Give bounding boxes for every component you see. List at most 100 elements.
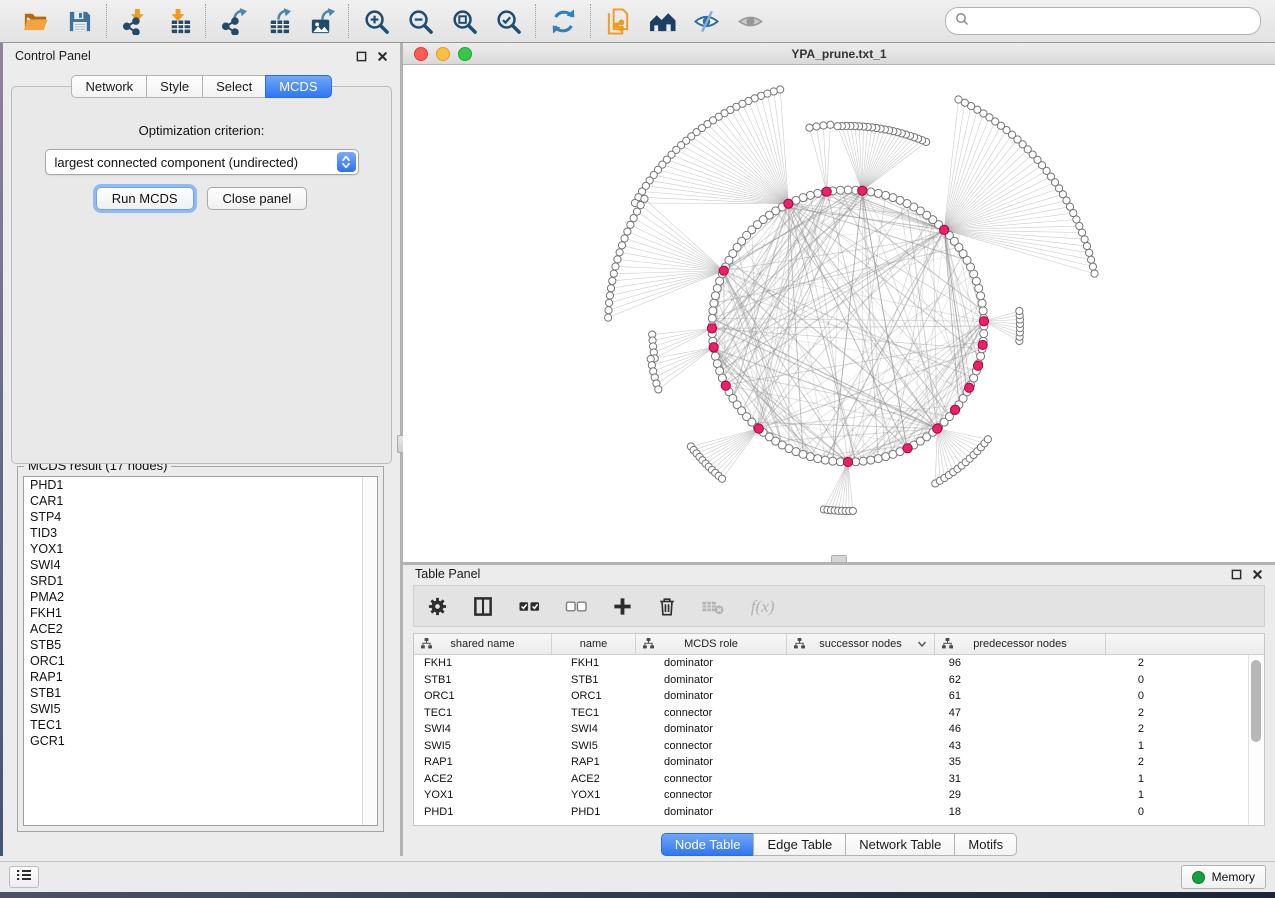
close-panel-icon[interactable]: [377, 51, 388, 62]
mcds-node[interactable]: [754, 424, 763, 433]
tab-mcds[interactable]: MCDS: [265, 75, 331, 98]
network-node[interactable]: [849, 507, 856, 514]
network-node[interactable]: [624, 228, 631, 235]
network-node[interactable]: [1089, 263, 1096, 270]
mcds-node-item[interactable]: SWI4: [24, 557, 377, 573]
criterion-select[interactable]: largest connected component (undirected): [45, 149, 359, 175]
mcds-node-item[interactable]: STB1: [24, 685, 377, 701]
deselect-all-checkboxes-icon[interactable]: [565, 596, 588, 617]
mcds-node-item[interactable]: PHD1: [24, 477, 377, 493]
column-header-successor-nodes[interactable]: successor nodes: [787, 634, 935, 654]
mcds-node[interactable]: [979, 317, 988, 326]
minimize-window-icon[interactable]: [436, 47, 450, 61]
table-options-gear-icon[interactable]: [427, 596, 448, 617]
float-panel-icon[interactable]: [356, 51, 367, 62]
network-node[interactable]: [827, 121, 834, 128]
select-all-checkboxes-icon[interactable]: [518, 596, 541, 617]
tab-network[interactable]: Network: [71, 75, 147, 98]
search-input[interactable]: [975, 13, 1251, 30]
mcds-node[interactable]: [843, 457, 852, 466]
mcds-node[interactable]: [719, 266, 728, 275]
network-node[interactable]: [711, 292, 719, 300]
network-node[interactable]: [814, 189, 822, 197]
network-node[interactable]: [630, 215, 637, 222]
mcds-node-item[interactable]: STP4: [24, 509, 377, 525]
network-node[interactable]: [984, 436, 991, 443]
network-node[interactable]: [713, 284, 721, 292]
mcds-node[interactable]: [721, 381, 730, 390]
network-node[interactable]: [612, 263, 619, 270]
network-node[interactable]: [978, 299, 986, 307]
network-canvas[interactable]: [403, 65, 1275, 562]
network-graph[interactable]: [403, 65, 1272, 562]
network-node[interactable]: [605, 307, 612, 314]
export-table-icon[interactable]: [263, 7, 291, 35]
mcds-node-item[interactable]: FKH1: [24, 605, 377, 621]
network-node[interactable]: [606, 299, 613, 306]
network-node[interactable]: [610, 270, 617, 277]
network-node[interactable]: [836, 186, 844, 194]
mcds-node-item[interactable]: SWI5: [24, 701, 377, 717]
mcds-node-item[interactable]: TEC1: [24, 717, 377, 733]
delete-columns-icon[interactable]: [657, 596, 677, 617]
toggle-columns-icon[interactable]: [472, 596, 494, 617]
run-mcds-button[interactable]: Run MCDS: [96, 187, 194, 210]
search-box[interactable]: [945, 7, 1261, 35]
network-node[interactable]: [867, 456, 875, 464]
tab-select[interactable]: Select: [202, 75, 266, 98]
mcds-node-item[interactable]: GCR1: [24, 733, 377, 749]
network-node[interactable]: [605, 314, 612, 321]
network-node[interactable]: [979, 307, 987, 315]
network-node[interactable]: [1091, 270, 1098, 277]
close-window-icon[interactable]: [414, 47, 428, 61]
network-node[interactable]: [806, 453, 814, 461]
network-node[interactable]: [606, 292, 613, 299]
mcds-node[interactable]: [903, 444, 912, 453]
column-header-mcds-role[interactable]: MCDS role: [636, 634, 787, 654]
table-splitter-grip[interactable]: [831, 555, 847, 562]
network-node[interactable]: [955, 96, 962, 103]
network-node[interactable]: [813, 123, 820, 130]
export-image-icon[interactable]: [307, 7, 335, 35]
mcds-node-item[interactable]: SRD1: [24, 573, 377, 589]
zoom-in-icon[interactable]: [362, 7, 390, 35]
import-table-from-file-icon[interactable]: [164, 7, 192, 35]
network-node[interactable]: [829, 457, 837, 465]
network-node[interactable]: [618, 242, 625, 249]
network-node[interactable]: [609, 277, 616, 284]
network-node[interactable]: [867, 188, 875, 196]
network-node[interactable]: [1088, 256, 1095, 263]
network-node[interactable]: [874, 455, 882, 463]
table-row[interactable]: SWI4SWI4dominator462: [414, 721, 1264, 738]
mcds-node[interactable]: [951, 405, 960, 414]
column-header-name[interactable]: name: [552, 634, 636, 654]
network-node[interactable]: [1081, 236, 1088, 243]
table-row[interactable]: TEC1TEC1connector472: [414, 705, 1264, 722]
mcds-node-item[interactable]: CAR1: [24, 493, 377, 509]
network-node[interactable]: [814, 455, 822, 463]
mcds-node-item[interactable]: YOX1: [24, 541, 377, 557]
network-node[interactable]: [882, 191, 890, 199]
network-overview-icon[interactable]: [648, 7, 676, 35]
tab-network-table[interactable]: Network Table: [845, 833, 955, 856]
memory-button[interactable]: Memory: [1181, 865, 1266, 889]
mcds-node-item[interactable]: TID3: [24, 525, 377, 541]
table-row[interactable]: ACE2ACE2connector311: [414, 771, 1264, 788]
network-node[interactable]: [616, 249, 623, 256]
table-row[interactable]: YOX1YOX1connector291: [414, 787, 1264, 804]
table-row[interactable]: SWI5SWI5connector431: [414, 738, 1264, 755]
add-column-icon[interactable]: [612, 596, 633, 617]
float-table-panel-icon[interactable]: [1231, 569, 1242, 580]
table-row[interactable]: RAP1RAP1dominator352: [414, 754, 1264, 771]
table-row[interactable]: STB1STB1dominator620: [414, 672, 1264, 689]
mcds-node[interactable]: [933, 424, 942, 433]
network-node[interactable]: [718, 475, 725, 482]
table-scrollbar[interactable]: [1248, 655, 1264, 825]
mcds-node[interactable]: [978, 340, 987, 349]
mcds-list-scrollbar[interactable]: [362, 477, 377, 825]
zoom-selected-icon[interactable]: [494, 7, 522, 35]
mcds-node-item[interactable]: ORC1: [24, 653, 377, 669]
network-node[interactable]: [709, 307, 717, 315]
mcds-node[interactable]: [784, 199, 793, 208]
column-header-predecessor-nodes[interactable]: predecessor nodes: [935, 634, 1106, 654]
